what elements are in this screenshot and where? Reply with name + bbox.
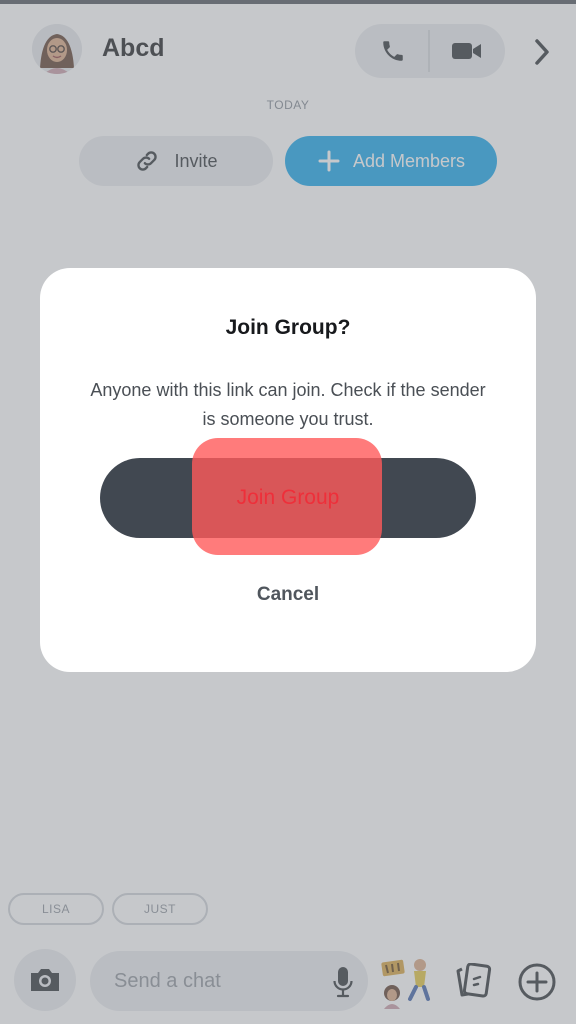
dialog-title: Join Group? (225, 316, 351, 339)
dialog-message: Anyone with this link can join. Check if… (90, 380, 486, 429)
join-group-label[interactable]: Join Group (100, 458, 476, 538)
cancel-button[interactable]: Cancel (188, 574, 388, 616)
join-group-dialog: Join Group? Anyone with this link can jo… (40, 268, 536, 672)
